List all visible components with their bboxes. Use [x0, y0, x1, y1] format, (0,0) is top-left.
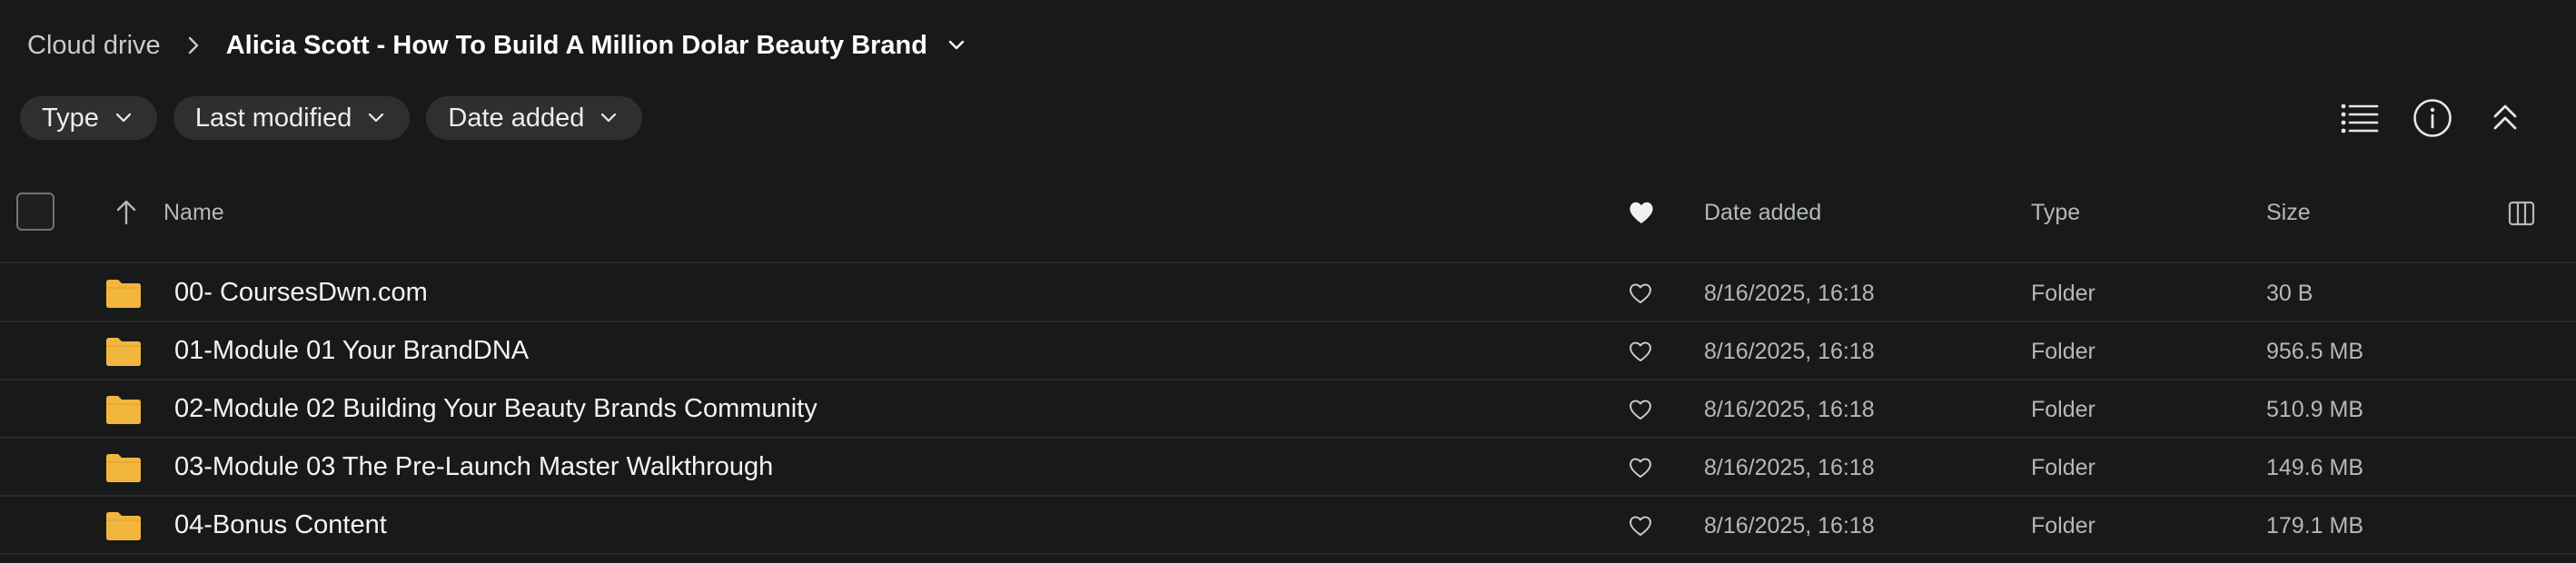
breadcrumb-current-folder[interactable]: Alicia Scott - How To Build A Million Do…: [226, 31, 927, 61]
chevron-down-icon: [114, 108, 134, 128]
table-row[interactable]: 04-Bonus Content 8/16/2025, 16:18 Folder…: [0, 497, 2576, 555]
cloud-drive-window: Cloud drive Alicia Scott - How To Build …: [0, 0, 2576, 563]
sort-ascending-icon[interactable]: [113, 198, 140, 227]
column-header-type[interactable]: Type: [2031, 200, 2080, 226]
filter-bar: Type Last modified Date added: [20, 96, 643, 140]
chevron-down-icon: [366, 108, 386, 128]
filter-date-added-dropdown[interactable]: Date added: [426, 96, 643, 140]
filter-last-modified-dropdown[interactable]: Last modified: [173, 96, 411, 140]
date-added-cell: 8/16/2025, 16:18: [1704, 455, 1875, 480]
file-name[interactable]: 01-Module 01 Your BrandDNA: [174, 336, 529, 366]
breadcrumb-root-link[interactable]: Cloud drive: [27, 31, 161, 61]
double-chevron-up-icon[interactable]: [2482, 94, 2529, 142]
date-added-cell: 8/16/2025, 16:18: [1704, 339, 1875, 364]
folder-icon: [105, 452, 142, 483]
heart-outline-icon[interactable]: [1628, 339, 1653, 364]
filter-type-dropdown[interactable]: Type: [20, 96, 157, 140]
date-added-cell: 8/16/2025, 16:18: [1704, 281, 1875, 306]
file-name[interactable]: 02-Module 02 Building Your Beauty Brands…: [174, 394, 817, 424]
folder-icon: [105, 510, 142, 541]
type-cell: Folder: [2031, 281, 2095, 306]
file-name[interactable]: 00- CoursesDwn.com: [174, 278, 428, 308]
select-all-checkbox[interactable]: [16, 193, 54, 231]
heart-outline-icon[interactable]: [1628, 513, 1653, 538]
heart-outline-icon[interactable]: [1628, 281, 1653, 306]
table-row[interactable]: 00- CoursesDwn.com 8/16/2025, 16:18 Fold…: [0, 264, 2576, 322]
chevron-right-icon: [173, 25, 213, 65]
file-name[interactable]: 04-Bonus Content: [174, 510, 387, 540]
date-added-cell: 8/16/2025, 16:18: [1704, 397, 1875, 422]
size-cell: 179.1 MB: [2266, 513, 2364, 538]
table-header: Name Date added Type Size: [0, 182, 2576, 263]
type-cell: Folder: [2031, 397, 2095, 422]
folder-icon: [105, 336, 142, 367]
column-header-date-added[interactable]: Date added: [1704, 200, 1821, 226]
heart-outline-icon[interactable]: [1628, 455, 1653, 480]
breadcrumb: Cloud drive Alicia Scott - How To Build …: [27, 25, 975, 65]
column-header-name[interactable]: Name: [163, 200, 224, 226]
folder-icon: [105, 394, 142, 425]
table-row[interactable]: 01-Module 01 Your BrandDNA 8/16/2025, 16…: [0, 322, 2576, 380]
columns-icon[interactable]: [2507, 200, 2536, 227]
type-cell: Folder: [2031, 339, 2095, 364]
filter-label: Last modified: [194, 103, 352, 133]
table-row[interactable]: 03-Module 03 The Pre-Launch Master Walkt…: [0, 439, 2576, 497]
column-header-size[interactable]: Size: [2266, 200, 2311, 226]
heart-outline-icon[interactable]: [1628, 397, 1653, 422]
size-cell: 149.6 MB: [2266, 455, 2364, 480]
table-row[interactable]: 02-Module 02 Building Your Beauty Brands…: [0, 380, 2576, 439]
filter-label: Date added: [448, 103, 585, 133]
heart-icon[interactable]: [1628, 200, 1655, 225]
view-toolbar: [2285, 94, 2576, 142]
file-list: 00- CoursesDwn.com 8/16/2025, 16:18 Fold…: [0, 264, 2576, 555]
type-cell: Folder: [2031, 513, 2095, 538]
size-cell: 510.9 MB: [2266, 397, 2364, 422]
type-cell: Folder: [2031, 455, 2095, 480]
date-added-cell: 8/16/2025, 16:18: [1704, 513, 1875, 538]
chevron-down-icon[interactable]: [938, 27, 975, 64]
chevron-down-icon: [599, 108, 619, 128]
filter-label: Type: [42, 103, 99, 133]
size-cell: 30 B: [2266, 281, 2313, 306]
file-name[interactable]: 03-Module 03 The Pre-Launch Master Walkt…: [174, 452, 773, 482]
folder-icon: [105, 278, 142, 309]
info-icon[interactable]: [2409, 94, 2456, 142]
size-cell: 956.5 MB: [2266, 339, 2364, 364]
list-icon[interactable]: [2336, 94, 2383, 142]
